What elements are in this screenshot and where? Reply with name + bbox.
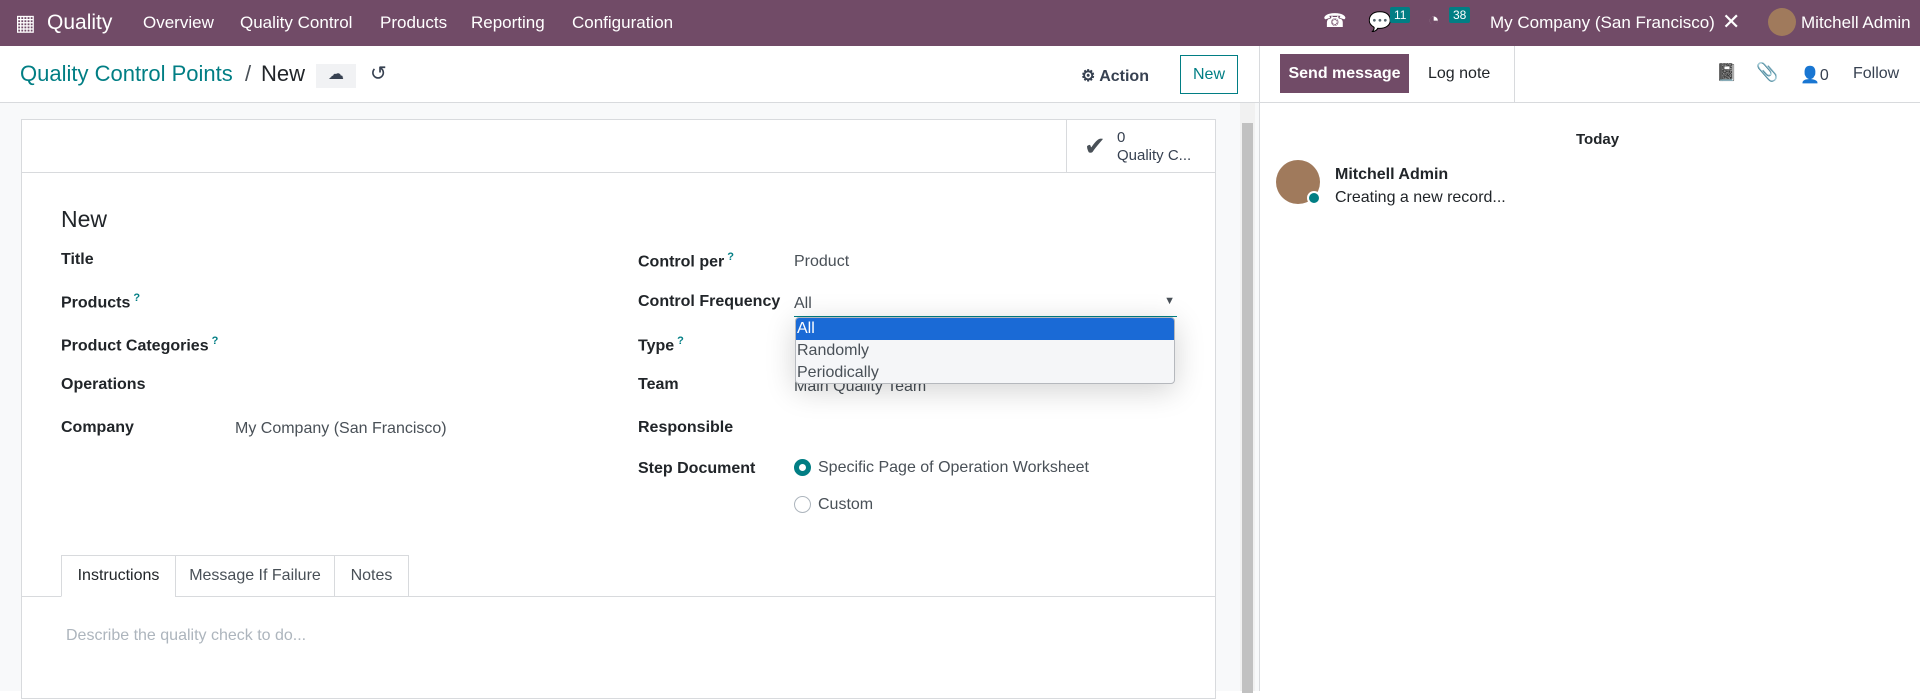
- save-cloud-icon[interactable]: ☁: [316, 64, 356, 88]
- online-status-icon: [1307, 191, 1321, 205]
- tab-instructions[interactable]: Instructions: [61, 555, 176, 597]
- tab-notes[interactable]: Notes: [334, 555, 409, 597]
- stat-label: Quality C...: [1117, 147, 1192, 164]
- team-label: Team: [638, 376, 679, 393]
- action-label: Action: [1099, 68, 1149, 85]
- phone-icon[interactable]: ☎: [1323, 10, 1347, 33]
- app-grid-icon[interactable]: ▦: [15, 10, 36, 36]
- chatter-tab-border: [1514, 46, 1515, 102]
- radio-label: Custom: [818, 496, 874, 513]
- activities-badge: 38: [1449, 7, 1471, 23]
- send-message-button[interactable]: Send message: [1280, 54, 1409, 93]
- company-switcher[interactable]: My Company (San Francisco): [1490, 13, 1715, 33]
- chatter-divider: [1260, 102, 1920, 103]
- breadcrumb-current: New: [261, 61, 306, 86]
- record-title[interactable]: New: [61, 206, 107, 233]
- option-all[interactable]: All: [796, 318, 1174, 340]
- title-label: Title: [61, 251, 94, 268]
- control-per-field[interactable]: Product: [794, 253, 849, 271]
- clock-icon[interactable]: ◔: [1428, 10, 1439, 32]
- chat-icon[interactable]: 💬: [1368, 10, 1392, 34]
- menu-quality-control[interactable]: Quality Control: [240, 13, 352, 33]
- menu-reporting[interactable]: Reporting: [471, 13, 545, 33]
- book-icon[interactable]: 📓: [1716, 63, 1737, 83]
- follow-button[interactable]: Follow: [1853, 65, 1899, 83]
- action-menu[interactable]: ⚙ Action: [1081, 66, 1149, 86]
- step-document-label: Step Document: [638, 460, 756, 477]
- type-label: Type?: [638, 335, 684, 355]
- check-icon: ✔: [1084, 131, 1106, 161]
- control-frequency-label: Control Frequency: [638, 293, 781, 310]
- tools-icon[interactable]: ✕: [1722, 9, 1740, 35]
- radio-checked-icon: [794, 459, 811, 476]
- menu-products[interactable]: Products: [380, 13, 447, 33]
- radio-unchecked-icon: [794, 496, 811, 513]
- responsible-label: Responsible: [638, 419, 734, 436]
- products-label: Products?: [61, 292, 141, 312]
- chevron-down-icon: ▼: [1164, 295, 1175, 307]
- control-frequency-dropdown: All Randomly Periodically: [795, 317, 1175, 384]
- discard-icon[interactable]: ↺: [370, 61, 387, 86]
- user-avatar[interactable]: [1768, 8, 1796, 36]
- radio-label: Specific Page of Operation Worksheet: [818, 459, 1089, 476]
- stat-count: 0: [1117, 129, 1126, 146]
- instructions-editor[interactable]: Describe the quality check to do...: [66, 627, 306, 645]
- new-button[interactable]: New: [1180, 55, 1238, 94]
- top-navbar: ▦ Quality Overview Quality Control Produ…: [0, 0, 1920, 46]
- app-name[interactable]: Quality: [47, 11, 112, 35]
- control-per-label: Control per?: [638, 251, 734, 271]
- company-label: Company: [61, 419, 134, 436]
- menu-overview[interactable]: Overview: [143, 13, 214, 33]
- message-body: Creating a new record...: [1335, 189, 1506, 206]
- quality-checks-stat-button[interactable]: ✔ 0 Quality C...: [1066, 119, 1216, 172]
- paperclip-icon[interactable]: 📎: [1756, 62, 1778, 83]
- option-periodically[interactable]: Periodically: [796, 362, 1174, 383]
- user-menu[interactable]: Mitchell Admin: [1801, 13, 1911, 33]
- messages-badge: 11: [1390, 7, 1411, 23]
- control-frequency-value: All: [794, 295, 812, 312]
- message-author[interactable]: Mitchell Admin: [1335, 166, 1448, 184]
- menu-configuration[interactable]: Configuration: [572, 13, 673, 33]
- followers-count: 0: [1819, 67, 1829, 84]
- operations-label: Operations: [61, 376, 146, 393]
- product-categories-label: Product Categories?: [61, 335, 219, 355]
- followers-button[interactable]: 👤0: [1800, 65, 1829, 85]
- form-sheet: [21, 119, 1216, 699]
- scrollbar[interactable]: [1240, 103, 1255, 693]
- date-separator: Today: [1568, 131, 1628, 148]
- option-randomly[interactable]: Randomly: [796, 340, 1174, 362]
- breadcrumb-parent[interactable]: Quality Control Points: [20, 61, 233, 87]
- company-field[interactable]: My Company (San Francisco): [235, 420, 447, 438]
- control-panel: Quality Control Points / New ☁ ↺ ⚙ Actio…: [0, 46, 1259, 103]
- button-box-divider: [21, 172, 1216, 173]
- log-note-button[interactable]: Log note: [1428, 65, 1490, 83]
- chatter: Send message Log note 📓 📎 👤0 Follow Toda…: [1259, 46, 1920, 691]
- tab-message-if-failure[interactable]: Message If Failure: [175, 555, 335, 597]
- breadcrumb-separator: /: [245, 61, 252, 86]
- control-frequency-select[interactable]: All ▼: [794, 291, 1177, 317]
